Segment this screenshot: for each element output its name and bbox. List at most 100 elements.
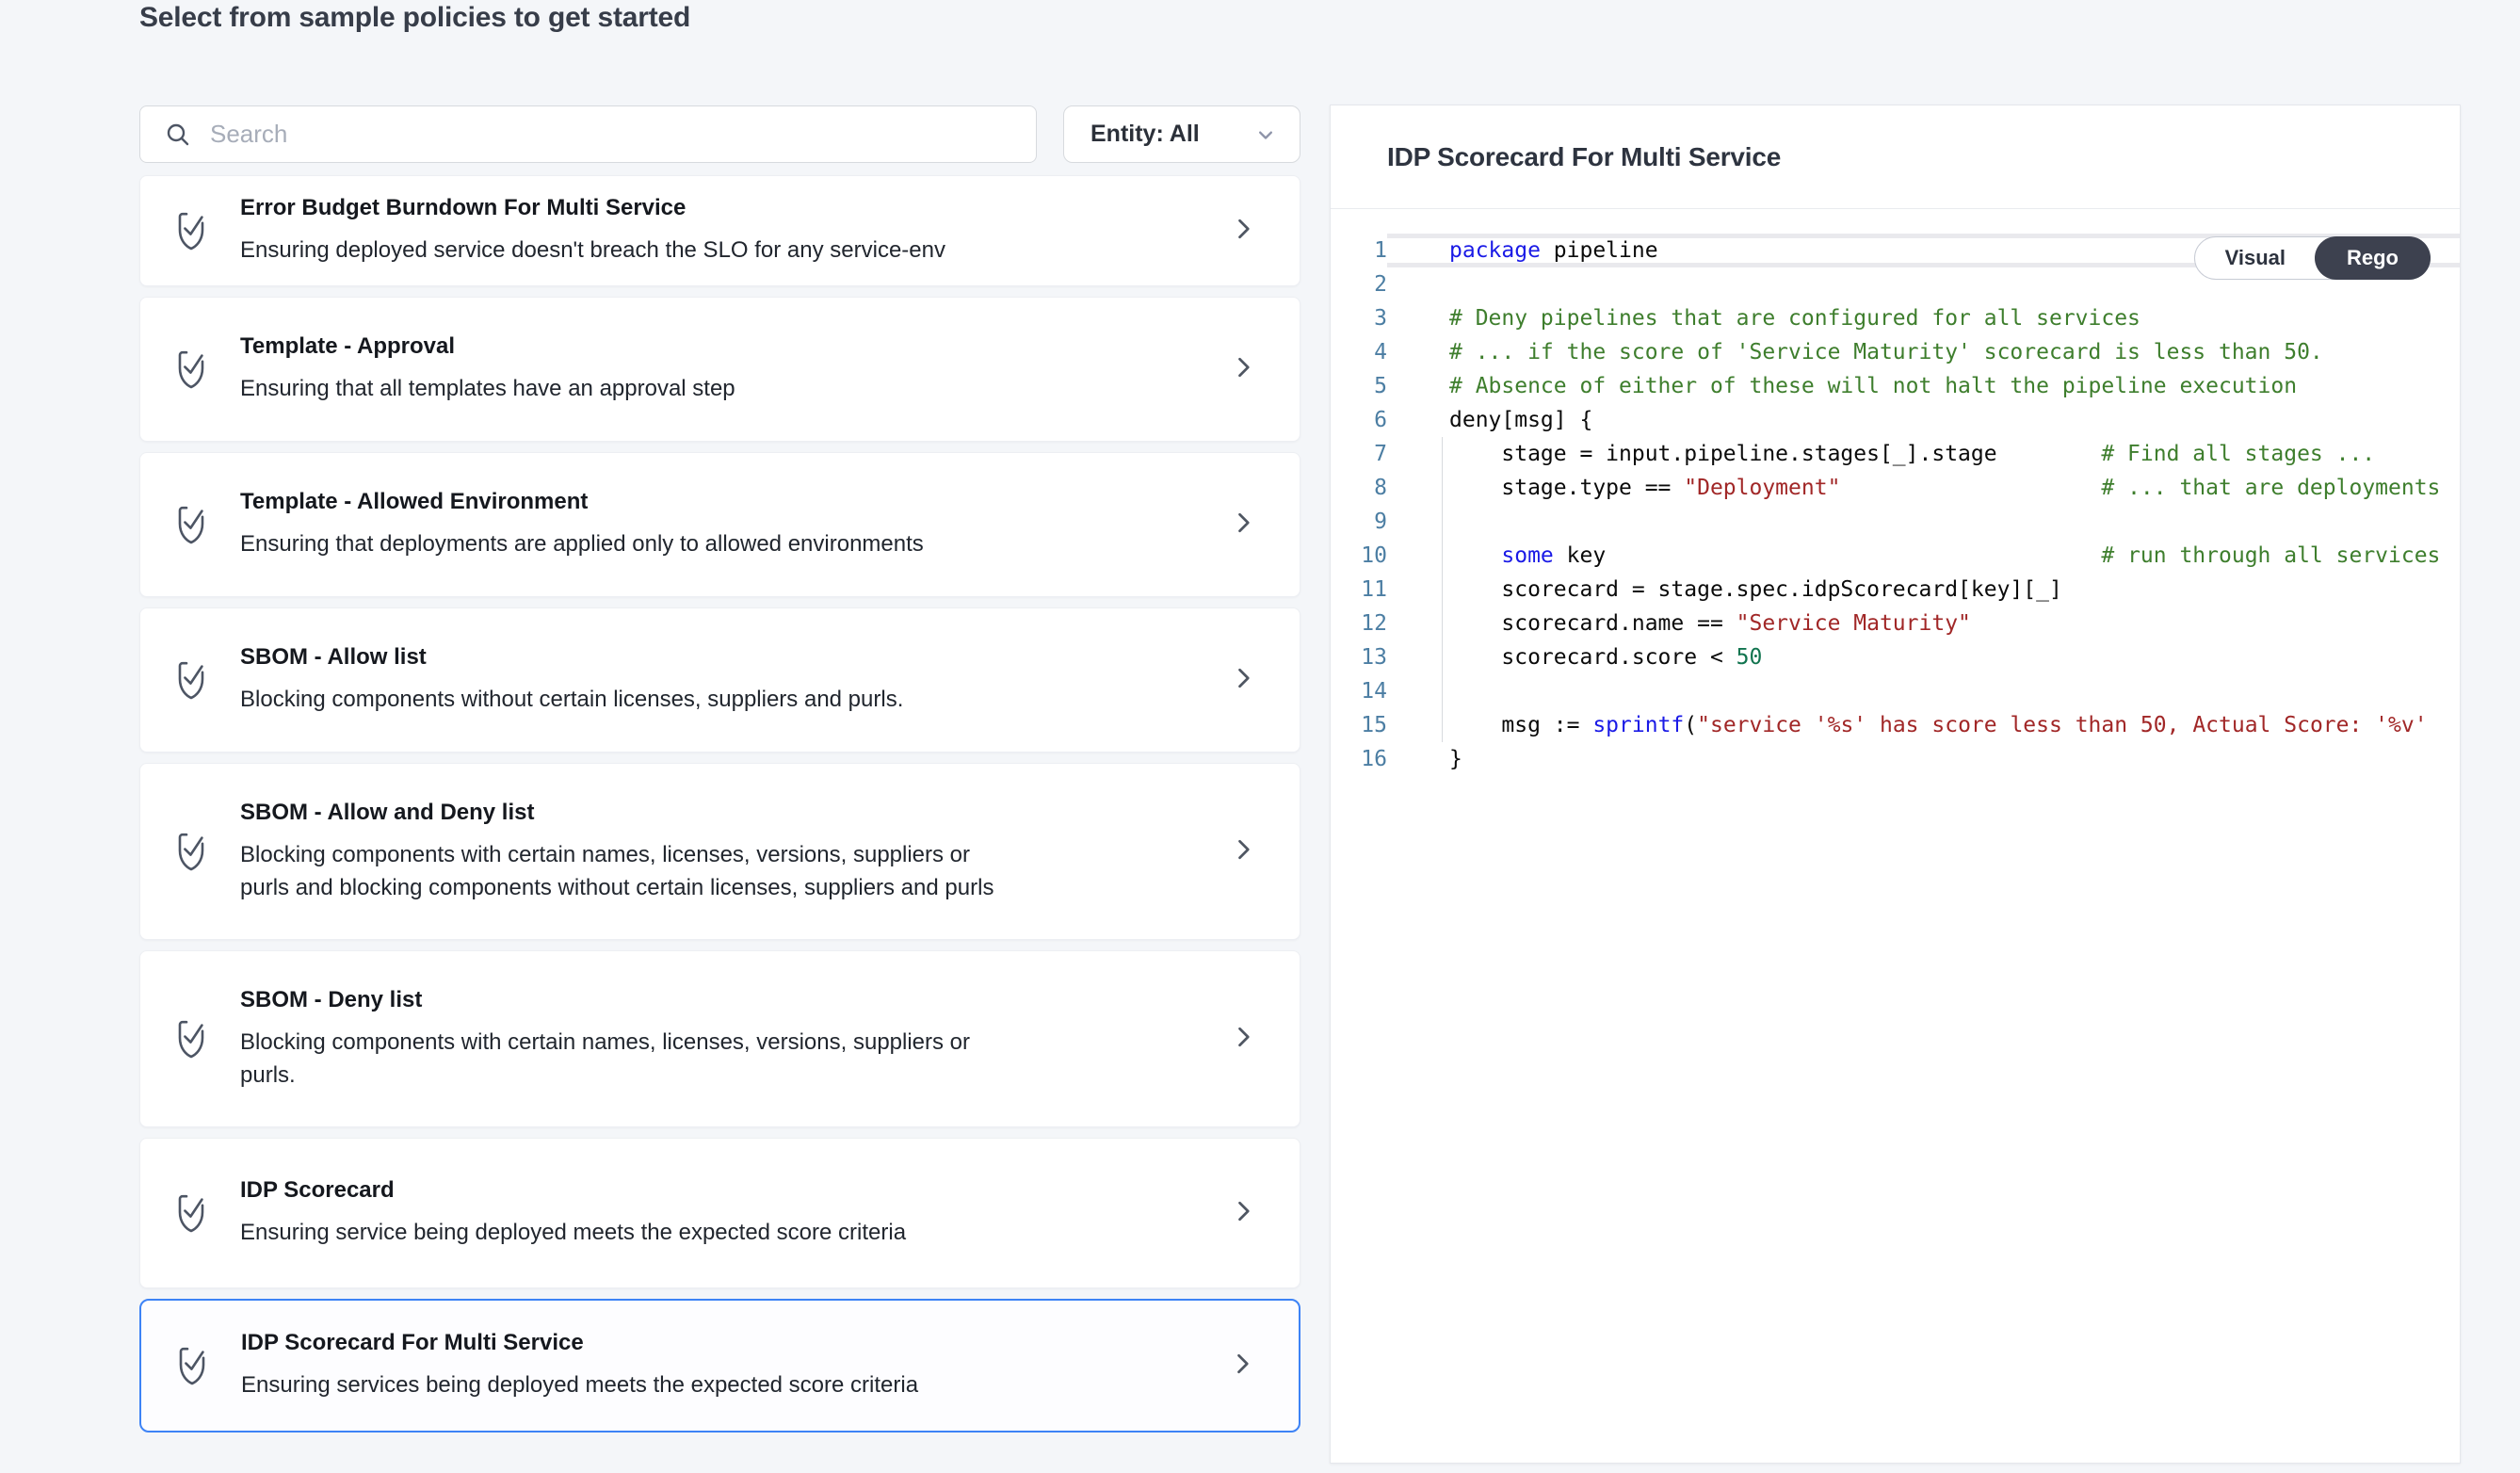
code-line: 10 some key # run through all services [1331, 539, 2460, 573]
chevron-down-icon [1252, 121, 1279, 148]
policy-card[interactable]: SBOM - Allow and Deny list Blocking comp… [139, 763, 1300, 940]
shield-check-icon [173, 1343, 211, 1388]
entity-filter-label: Entity: All [1090, 121, 1200, 148]
policy-card-text: Template - Allowed Environment Ensuring … [240, 489, 1230, 560]
code-line: 6 deny[msg] { [1331, 403, 2460, 437]
search-icon [163, 120, 193, 150]
detail-title: IDP Scorecard For Multi Service [1387, 142, 1781, 172]
code-content: msg := sprintf("service '%s' has score l… [1387, 708, 2460, 742]
code-content: stage = input.pipeline.stages[_].stage #… [1387, 437, 2460, 471]
rego-code-viewer[interactable]: 1 package pipeline 2 3 # Deny pipelines … [1331, 209, 2460, 1462]
chevron-right-icon [1229, 1351, 1255, 1382]
policy-title: Template - Allowed Environment [240, 489, 1230, 515]
chevron-right-icon [1230, 510, 1256, 541]
chevron-right-icon [1230, 836, 1256, 867]
page-title: Select from sample policies to get start… [139, 0, 690, 36]
policy-card[interactable]: IDP Scorecard For Multi Service Ensuring… [139, 1299, 1300, 1433]
line-number: 1 [1331, 234, 1387, 267]
detail-header: IDP Scorecard For Multi Service [1331, 105, 2460, 209]
code-content: scorecard = stage.spec.idpScorecard[key]… [1387, 573, 2460, 607]
policy-detail-panel: IDP Scorecard For Multi Service 1 packag… [1330, 105, 2461, 1464]
code-line: 9 [1331, 505, 2460, 539]
code-content: stage.type == "Deployment" # ... that ar… [1387, 471, 2460, 505]
code-line: 7 stage = input.pipeline.stages[_].stage… [1331, 437, 2460, 471]
policy-title: Template - Approval [240, 333, 1230, 360]
policy-description: Ensuring that deployments are applied on… [240, 527, 1022, 560]
policy-title: SBOM - Allow list [240, 644, 1230, 671]
policy-description: Blocking components with certain names, … [240, 1026, 1022, 1092]
chevron-right-icon [1230, 354, 1256, 385]
code-content: # Absence of either of these will not ha… [1387, 369, 2460, 403]
line-number: 15 [1331, 708, 1387, 742]
shield-check-icon [172, 657, 210, 703]
code-line: 8 stage.type == "Deployment" # ... that … [1331, 471, 2460, 505]
code-line: 4 # ... if the score of 'Service Maturit… [1331, 335, 2460, 369]
line-number: 12 [1331, 607, 1387, 640]
shield-check-icon [172, 347, 210, 392]
line-number: 9 [1331, 505, 1387, 539]
code-content: } [1387, 742, 2460, 776]
code-line: 15 msg := sprintf("service '%s' has scor… [1331, 708, 2460, 742]
code-line: 3 # Deny pipelines that are configured f… [1331, 301, 2460, 335]
code-line: 11 scorecard = stage.spec.idpScorecard[k… [1331, 573, 2460, 607]
toggle-visual-button[interactable]: Visual [2195, 237, 2316, 279]
policy-card-text: IDP Scorecard For Multi Service Ensuring… [241, 1330, 1229, 1401]
policy-card[interactable]: SBOM - Deny list Blocking components wit… [139, 950, 1300, 1127]
code-content [1387, 674, 2460, 708]
policy-description: Ensuring services being deployed meets t… [241, 1368, 1023, 1401]
policy-toolbar: Entity: All [139, 105, 1300, 163]
code-content [1387, 505, 2460, 539]
line-number: 10 [1331, 539, 1387, 573]
code-content: scorecard.name == "Service Maturity" [1387, 607, 2460, 640]
line-number: 7 [1331, 437, 1387, 471]
policy-description: Blocking components without certain lice… [240, 683, 1022, 716]
policy-card-text: IDP Scorecard Ensuring service being dep… [240, 1177, 1230, 1249]
line-number: 3 [1331, 301, 1387, 335]
policy-browser: Entity: All Error Budget Burndown For Mu… [139, 105, 1300, 1433]
line-number: 14 [1331, 674, 1387, 708]
line-number: 8 [1331, 471, 1387, 505]
policy-card[interactable]: Template - Allowed Environment Ensuring … [139, 452, 1300, 597]
code-content: some key # run through all services [1387, 539, 2460, 573]
code-content: # Deny pipelines that are configured for… [1387, 301, 2460, 335]
policy-card[interactable]: Error Budget Burndown For Multi Service … [139, 175, 1300, 286]
line-number: 5 [1331, 369, 1387, 403]
policy-list: Error Budget Burndown For Multi Service … [139, 175, 1300, 1433]
policy-title: IDP Scorecard For Multi Service [241, 1330, 1229, 1356]
shield-check-icon [172, 829, 210, 874]
policy-title: SBOM - Allow and Deny list [240, 800, 1230, 826]
chevron-right-icon [1230, 216, 1256, 247]
policy-title: SBOM - Deny list [240, 987, 1230, 1013]
code-line: 13 scorecard.score < 50 [1331, 640, 2460, 674]
code-line: 12 scorecard.name == "Service Maturity" [1331, 607, 2460, 640]
toggle-rego-button[interactable]: Rego [2315, 236, 2431, 280]
policy-title: IDP Scorecard [240, 1177, 1230, 1204]
policy-card[interactable]: Template - Approval Ensuring that all te… [139, 297, 1300, 442]
chevron-right-icon [1230, 1024, 1256, 1055]
code-line: 16 } [1331, 742, 2460, 776]
entity-filter-dropdown[interactable]: Entity: All [1063, 105, 1300, 163]
shield-check-icon [172, 1016, 210, 1061]
code-content: deny[msg] { [1387, 403, 2460, 437]
policy-description: Ensuring deployed service doesn't breach… [240, 234, 1022, 267]
policy-card[interactable]: IDP Scorecard Ensuring service being dep… [139, 1138, 1300, 1288]
search-box[interactable] [139, 105, 1037, 163]
code-content: scorecard.score < 50 [1387, 640, 2460, 674]
policy-card-text: Template - Approval Ensuring that all te… [240, 333, 1230, 405]
visual-rego-toggle: Visual Rego [2194, 236, 2431, 280]
policy-card-text: SBOM - Allow list Blocking components wi… [240, 644, 1230, 716]
search-input[interactable] [210, 120, 1036, 149]
chevron-right-icon [1230, 665, 1256, 696]
policy-card-text: Error Budget Burndown For Multi Service … [240, 195, 1230, 267]
line-number: 6 [1331, 403, 1387, 437]
shield-check-icon [172, 208, 210, 253]
code-line: 14 [1331, 674, 2460, 708]
line-number: 13 [1331, 640, 1387, 674]
policy-description: Ensuring that all templates have an appr… [240, 372, 1022, 405]
line-number: 11 [1331, 573, 1387, 607]
line-number: 2 [1331, 267, 1387, 301]
policy-title: Error Budget Burndown For Multi Service [240, 195, 1230, 221]
policy-card-text: SBOM - Allow and Deny list Blocking comp… [240, 800, 1230, 904]
policy-card[interactable]: SBOM - Allow list Blocking components wi… [139, 607, 1300, 753]
code-line: 5 # Absence of either of these will not … [1331, 369, 2460, 403]
